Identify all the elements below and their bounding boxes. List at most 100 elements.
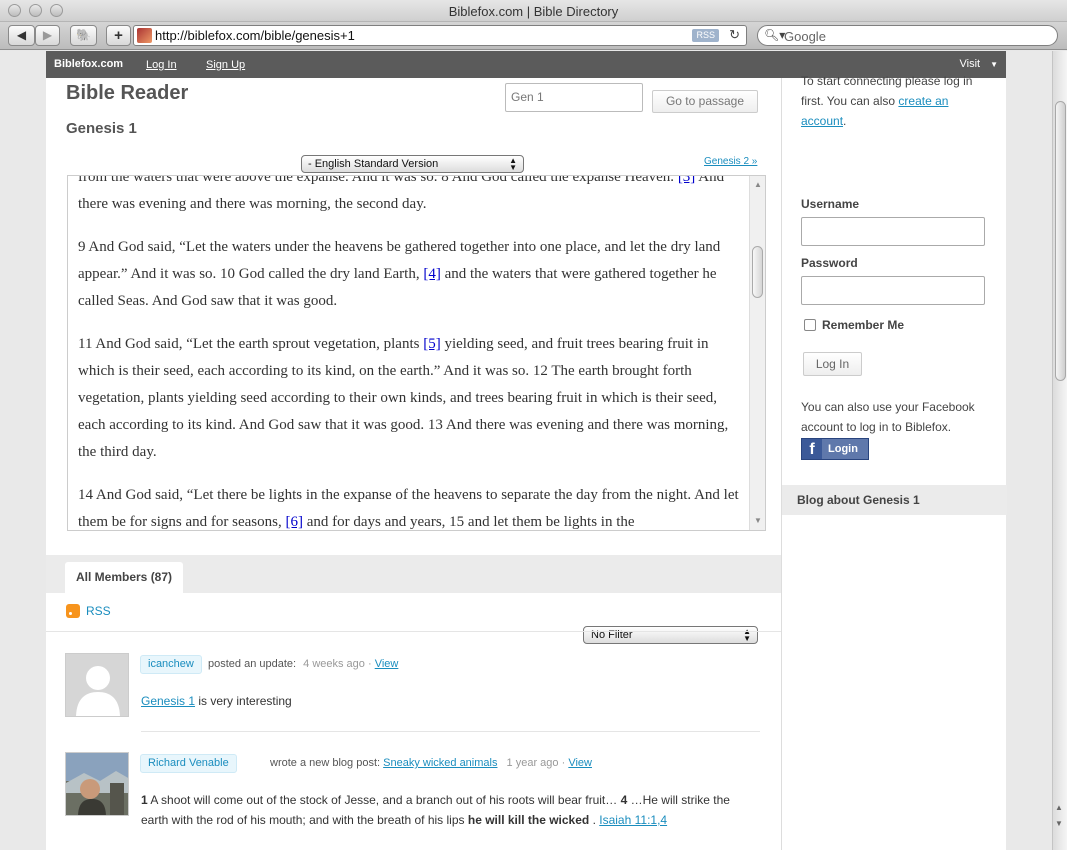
activity-item: Richard Venable wrote a new blog post: S… bbox=[65, 752, 765, 842]
passage-scroll-thumb[interactable] bbox=[752, 246, 763, 298]
separator: · bbox=[367, 658, 372, 670]
members-tab-bar: All Members (87) bbox=[46, 555, 781, 593]
facebook-icon: f bbox=[802, 439, 822, 459]
select-arrows-icon: ▲▼ bbox=[509, 156, 517, 172]
passage-paragraph: 11 And God said, “Let the earth sprout v… bbox=[78, 331, 746, 466]
activity-action: posted an update: bbox=[208, 658, 297, 670]
version-select[interactable]: - English Standard Version ▲ ▼ bbox=[301, 155, 524, 173]
activity-filter-select[interactable]: No Filter ▲▼ bbox=[583, 626, 758, 644]
members-rss-link[interactable]: RSS bbox=[86, 604, 111, 618]
activity-body-line: 1 A shoot will come out of the stock of … bbox=[141, 793, 730, 807]
activity-time: 1 year ago bbox=[506, 757, 559, 769]
footnote-link[interactable]: [4] bbox=[423, 266, 441, 282]
footnote-link[interactable]: [5] bbox=[423, 336, 441, 352]
site-favicon-icon bbox=[137, 28, 152, 43]
next-chapter-link[interactable]: Genesis 2 » bbox=[704, 156, 757, 167]
admin-bar-brand[interactable]: Biblefox.com bbox=[54, 58, 123, 70]
passage-paragraph: from the waters that were above the expa… bbox=[78, 175, 746, 218]
window-title: Biblefox.com | Bible Directory bbox=[448, 4, 619, 19]
version-select-value: - English Standard Version bbox=[308, 158, 439, 170]
divider bbox=[141, 731, 760, 732]
username-field[interactable] bbox=[801, 217, 985, 246]
add-bookmark-button[interactable]: + bbox=[106, 25, 131, 46]
avatar[interactable] bbox=[65, 653, 129, 717]
remember-me-label[interactable]: Remember Me bbox=[822, 318, 904, 332]
admin-bar-visit-menu[interactable]: Visit ▼ bbox=[959, 58, 998, 70]
passage-paragraph: 14 And God said, “Let there be lights in… bbox=[78, 482, 746, 530]
page-scroll-thumb[interactable] bbox=[1055, 101, 1066, 381]
activity-body-line: earth with the rod of his mouth; and wit… bbox=[141, 813, 667, 827]
forward-arrow-icon: ▶ bbox=[42, 28, 53, 42]
tab-all-members[interactable]: All Members (87) bbox=[65, 562, 184, 593]
passage-text: from the waters that were above the expa… bbox=[78, 175, 746, 530]
scripture-reference-link[interactable]: Isaiah 11:1,4 bbox=[599, 813, 667, 827]
page-scrollbar[interactable]: ▲ ▼ bbox=[1052, 51, 1067, 850]
window-titlebar: Biblefox.com | Bible Directory bbox=[0, 0, 1067, 22]
rss-chip-button[interactable]: RSS bbox=[692, 29, 719, 42]
scroll-down-icon[interactable]: ▼ bbox=[754, 516, 762, 525]
facebook-login-text: You can also use your Facebook account t… bbox=[801, 400, 975, 434]
view-link[interactable]: View bbox=[568, 757, 592, 769]
forward-button[interactable]: ▶ bbox=[35, 25, 60, 46]
blog-heading: Blog about Genesis 1 bbox=[797, 493, 920, 507]
visit-label: Visit bbox=[959, 58, 981, 70]
passage-text-span: yielding seed, and fruit trees bearing f… bbox=[78, 336, 729, 460]
rss-icon[interactable] bbox=[66, 604, 80, 618]
search-field[interactable]: 🔍︎▾ Google bbox=[757, 25, 1058, 46]
address-bar[interactable]: http://biblefox.com/bible/genesis+1 RSS … bbox=[133, 25, 747, 46]
activity-meta: posted an update: 4 weeks ago · View bbox=[208, 658, 398, 670]
url-text[interactable]: http://biblefox.com/bible/genesis+1 bbox=[155, 28, 355, 43]
activity-action: wrote a new blog post: bbox=[270, 757, 381, 769]
admin-bar-login-link[interactable]: Log In bbox=[146, 59, 177, 71]
chapter-heading: Genesis 1 bbox=[66, 120, 137, 137]
facebook-login-button[interactable]: f Login bbox=[801, 438, 869, 460]
sidebar: To start connecting please log in first.… bbox=[781, 74, 1007, 850]
separator: · bbox=[561, 757, 566, 769]
go-to-passage-button[interactable]: Go to passage bbox=[652, 90, 758, 113]
view-link[interactable]: View bbox=[375, 658, 399, 670]
avatar[interactable] bbox=[65, 752, 129, 816]
plus-icon: + bbox=[114, 27, 123, 44]
password-field[interactable] bbox=[801, 276, 985, 305]
chevron-down-icon: ▼ bbox=[990, 60, 998, 69]
footnote-link[interactable]: [3] bbox=[678, 176, 696, 185]
verse-number: 1 bbox=[141, 793, 148, 807]
activity-meta: wrote a new blog post: Sneaky wicked ani… bbox=[270, 757, 592, 769]
login-intro: To start connecting please log in first.… bbox=[801, 71, 991, 131]
user-photo-icon bbox=[66, 753, 128, 815]
user-chip[interactable]: icanchew bbox=[140, 655, 202, 674]
page-viewport: Biblefox.com Log In Sign Up Visit ▼ Bible… bbox=[0, 51, 1052, 850]
passage-scrollbar[interactable]: ▲ ▼ bbox=[749, 176, 765, 530]
passage-text-span: and for days and years, 15 and let them … bbox=[302, 514, 635, 530]
passage-input[interactable]: Gen 1 bbox=[505, 83, 643, 112]
elephant-icon: 🐘 bbox=[76, 28, 91, 42]
passage-text-span: 11 And God said, “Let the earth sprout v… bbox=[78, 336, 424, 352]
footnote-link[interactable]: [6] bbox=[285, 514, 303, 530]
reload-icon[interactable]: ↻ bbox=[729, 27, 740, 43]
verse-text: …He will strike the bbox=[627, 793, 730, 807]
remember-me-checkbox[interactable] bbox=[804, 319, 816, 331]
activity-body-link[interactable]: Genesis 1 bbox=[141, 694, 195, 708]
blog-post-link[interactable]: Sneaky wicked animals bbox=[383, 757, 497, 769]
admin-bar-signup-link[interactable]: Sign Up bbox=[206, 59, 245, 71]
login-button[interactable]: Log In bbox=[803, 352, 862, 376]
username-label: Username bbox=[801, 197, 860, 211]
user-chip[interactable]: Richard Venable bbox=[140, 754, 237, 773]
activity-item: icanchew posted an update: 4 weeks ago ·… bbox=[65, 653, 765, 723]
scroll-up-icon[interactable]: ▲ bbox=[1055, 803, 1063, 812]
passage-text-span: from the waters that were above the expa… bbox=[78, 175, 678, 185]
search-icon: 🔍︎▾ bbox=[764, 28, 786, 42]
passage-paragraph: 9 And God said, “Let the waters under th… bbox=[78, 234, 746, 315]
scroll-down-icon[interactable]: ▼ bbox=[1055, 819, 1063, 828]
page-title: Bible Reader bbox=[66, 82, 189, 104]
browser-toolbar: ◀ ▶ 🐘 + http://biblefox.com/bible/genesi… bbox=[0, 22, 1067, 50]
evernote-button[interactable]: 🐘 bbox=[70, 25, 97, 46]
activity-body: Genesis 1 is very interesting bbox=[141, 694, 292, 708]
activity-body-text: is very interesting bbox=[195, 694, 292, 708]
back-button[interactable]: ◀ bbox=[8, 25, 35, 46]
search-placeholder: Google bbox=[784, 29, 826, 44]
activity-time: 4 weeks ago bbox=[303, 658, 365, 670]
scroll-up-icon[interactable]: ▲ bbox=[754, 180, 762, 189]
verse-text: earth with the rod of his mouth; and wit… bbox=[141, 813, 468, 827]
divider bbox=[46, 631, 781, 632]
